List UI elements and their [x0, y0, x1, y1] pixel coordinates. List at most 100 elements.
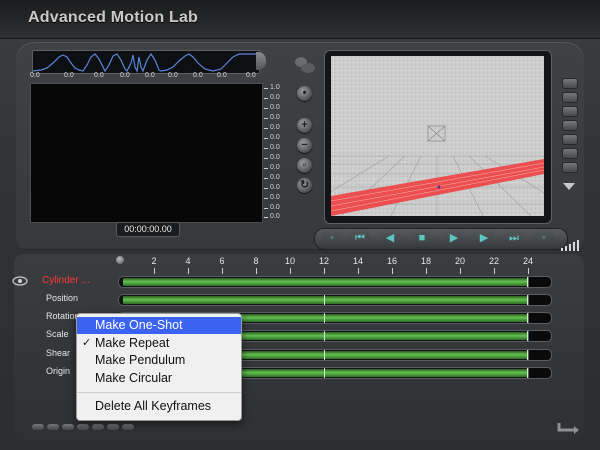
scale-label: 1.0 — [270, 84, 280, 91]
3d-viewport[interactable] — [331, 56, 544, 216]
scale-label: 0.0 — [270, 114, 280, 121]
keyframe-marker[interactable] — [324, 350, 325, 360]
zoom-out-button[interactable]: − — [297, 138, 312, 153]
track-label-cylinder[interactable]: Cylinder ... — [42, 275, 90, 286]
keyframe-marker[interactable] — [324, 331, 325, 341]
step-back-button[interactable]: ◀ — [380, 230, 400, 246]
stop-button[interactable]: ◦ — [322, 230, 342, 246]
keyframe-marker[interactable] — [324, 313, 325, 323]
ruler-tick — [290, 268, 291, 274]
record-button[interactable]: • — [297, 86, 312, 101]
bottom-button[interactable] — [77, 424, 89, 430]
menu-item-make-one-shot[interactable]: Make One-Shot — [77, 317, 241, 334]
keyframe-marker[interactable] — [324, 295, 325, 305]
play-button[interactable]: ▶ — [444, 230, 464, 246]
side-button-7[interactable] — [562, 162, 578, 173]
return-icon[interactable] — [556, 420, 580, 436]
menu-separator — [77, 392, 241, 393]
track-bar — [123, 278, 530, 286]
menu-item-label: Delete All Keyframes — [95, 399, 212, 413]
stop-square-button[interactable]: ■ — [412, 230, 432, 246]
curve-graph[interactable] — [30, 83, 263, 223]
ruler-tick — [426, 268, 427, 274]
ruler-label: 4 — [185, 256, 191, 266]
scale-label: 0.0 — [270, 213, 280, 220]
ruler-label: 14 — [352, 256, 364, 266]
reset-view-icon: ↻ — [299, 179, 310, 191]
track-label-shear[interactable]: Shear — [46, 348, 70, 358]
ruler-label: 6 — [219, 256, 225, 266]
track-bar — [123, 296, 530, 304]
camera-icon[interactable] — [292, 55, 316, 75]
graph-scale: 1.0 0.0 0.0 0.0 0.0 0.0 0.0 0.0 0.0 0.0 … — [264, 82, 290, 222]
track-label-scale[interactable]: Scale — [46, 329, 69, 339]
zoom-in-icon: + — [301, 119, 308, 131]
menu-item-label: Make Repeat — [95, 336, 170, 350]
track-end — [528, 294, 552, 306]
loop-button[interactable]: ◦ — [534, 230, 554, 246]
bottom-button[interactable] — [92, 424, 104, 430]
scale-label: 0.0 — [270, 164, 280, 171]
scale-tick — [264, 118, 268, 119]
bottom-button[interactable] — [47, 424, 59, 430]
side-button-1[interactable] — [562, 78, 578, 89]
menu-item-label: Make One-Shot — [95, 318, 183, 332]
ruler-label: 18 — [420, 256, 432, 266]
scale-label: 0.0 — [270, 144, 280, 151]
app-window: Advanced Motion Lab 0.0 0.0 0.0 0.0 0.0 … — [0, 0, 600, 450]
scale-label: 0.0 — [270, 194, 280, 201]
curve-preview-strip[interactable] — [32, 50, 260, 74]
strip-scale: 0.0 0.0 0.0 0.0 0.0 0.0 0.0 0.0 0.0 — [30, 72, 262, 82]
side-button-2[interactable] — [562, 92, 578, 103]
ruler-label: 24 — [522, 256, 534, 266]
scale-tick — [264, 108, 268, 109]
keyframe-marker[interactable] — [324, 368, 325, 378]
track-end — [528, 276, 552, 288]
track-label-position[interactable]: Position — [46, 293, 78, 303]
eye-icon[interactable] — [12, 276, 28, 286]
ruler-label: 22 — [488, 256, 500, 266]
menu-item-make-circular[interactable]: Make Circular — [77, 370, 241, 387]
scale-tick — [264, 168, 268, 169]
scale-label: 0.0 — [270, 184, 280, 191]
side-button-4[interactable] — [562, 120, 578, 131]
scale-tick — [264, 217, 268, 218]
ruler-tick — [494, 268, 495, 274]
bottom-button[interactable] — [122, 424, 134, 430]
signal-bars-icon — [561, 240, 579, 251]
ruler-tick — [324, 268, 325, 274]
scale-tick — [264, 158, 268, 159]
menu-item-make-pendulum[interactable]: Make Pendulum — [77, 352, 241, 369]
scale-tick — [264, 98, 268, 99]
scale-tick — [264, 88, 268, 89]
bottom-button[interactable] — [107, 424, 119, 430]
zoom-in-button[interactable]: + — [297, 118, 312, 133]
reset-view-button[interactable]: ↻ — [297, 178, 312, 193]
menu-item-delete-all-keyframes[interactable]: Delete All Keyframes — [77, 398, 241, 415]
bottom-button[interactable] — [62, 424, 74, 430]
step-back-icon: ◀ — [385, 232, 395, 244]
side-button-3[interactable] — [562, 106, 578, 117]
track-cylinder[interactable] — [118, 276, 552, 288]
strip-label: 0.0 — [94, 72, 104, 79]
scale-label: 0.0 — [270, 104, 280, 111]
step-forward-button[interactable]: ▶ — [474, 230, 494, 246]
fit-view-icon: ▫ — [302, 159, 307, 171]
track-position[interactable] — [118, 294, 552, 306]
go-to-start-button[interactable]: ⏮ — [350, 230, 370, 246]
ruler-tick — [154, 268, 155, 274]
timeline-ruler[interactable]: 2 4 6 8 10 12 14 16 18 20 22 24 — [118, 256, 548, 274]
menu-item-make-repeat[interactable]: ✓ Make Repeat — [77, 335, 241, 352]
arrow-down-icon[interactable] — [563, 183, 575, 190]
track-label-origin[interactable]: Origin — [46, 366, 70, 376]
go-to-end-button[interactable]: ⏭ — [504, 230, 524, 246]
fit-view-button[interactable]: ▫ — [297, 158, 312, 173]
strip-label: 0.0 — [193, 72, 203, 79]
ruler-label: 2 — [151, 256, 157, 266]
side-button-5[interactable] — [562, 134, 578, 145]
bottom-button[interactable] — [32, 424, 44, 430]
menu-item-label: Make Pendulum — [95, 353, 186, 367]
side-button-6[interactable] — [562, 148, 578, 159]
track-label-rotation[interactable]: Rotation — [46, 311, 80, 321]
loop-icon: ◦ — [542, 232, 546, 244]
